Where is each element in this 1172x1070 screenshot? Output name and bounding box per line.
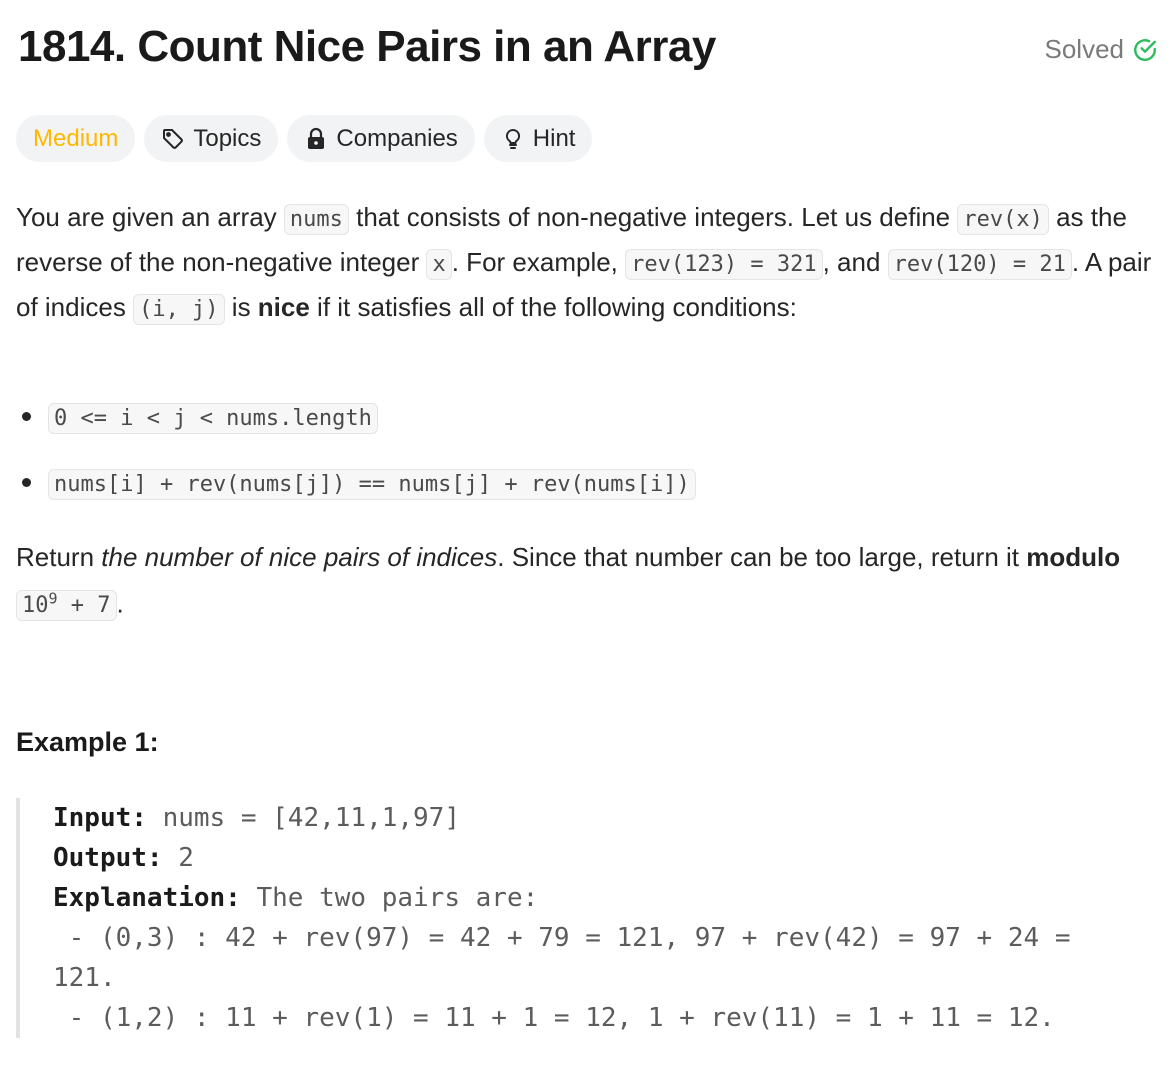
code-exponent: 9 [48,590,58,608]
problem-title: 1814. Count Nice Pairs in an Array [18,22,716,71]
explanation-line: - (0,3) : 42 + rev(97) = 42 + 79 = 121, … [53,923,1071,953]
desc-text: . For example, [451,247,626,277]
code-rest: + 7 [57,593,111,619]
italic-term: the number of nice pairs of indices [101,542,498,572]
bullet-dot [22,478,31,487]
topics-button[interactable]: Topics [144,115,279,162]
solved-status: Solved [1045,34,1159,65]
lightbulb-icon [501,127,525,151]
hint-button[interactable]: Hint [483,115,593,162]
input-label: Input: [53,803,147,833]
list-item: 0 <= i < j < nums.length [16,395,1156,461]
example-title: Example 1: [16,727,159,757]
list-item: nums[i] + rev(nums[j]) == nums[j] + rev(… [16,461,1156,527]
condition-code: 0 <= i < j < nums.length [48,403,378,434]
condition-code: nums[i] + rev(nums[j]) == nums[j] + rev(… [48,469,696,500]
code-base: 10 [22,593,49,619]
example-block: Input: nums = [42,11,1,97] Output: 2 Exp… [16,798,1156,1038]
topics-label: Topics [193,124,262,152]
companies-button[interactable]: Companies [287,115,475,162]
check-circle-icon [1132,37,1158,63]
bold-term: nice [257,292,310,322]
explanation-label: Explanation: [53,883,241,913]
companies-label: Companies [336,124,458,152]
inline-code: nums [283,204,349,235]
hint-label: Hint [532,124,576,152]
desc-text: that consists of non-negative integers. … [348,202,958,232]
explanation-line: - (1,2) : 11 + rev(1) = 11 + 1 = 12, 1 +… [53,1003,1055,1033]
problem-description: You are given an array nums that consist… [16,196,1161,331]
tag-icon [161,127,185,151]
difficulty-label: Medium [33,124,119,152]
problem-tags: Medium Topics Companies Hint [16,115,593,162]
conditions-list: 0 <= i < j < nums.length nums[i] + rev(n… [16,395,1156,527]
output-label: Output: [53,843,163,873]
output-value: 2 [162,843,194,873]
modulo-code: 109 + 7 [16,590,117,622]
desc-text: Return [16,542,102,572]
inline-code: x [426,249,452,280]
desc-text: , and [822,247,888,277]
solved-label: Solved [1044,34,1125,64]
inline-code: rev(120) = 21 [887,249,1072,280]
desc-text: is [224,292,258,322]
desc-text: if it satisfies all of the following con… [309,292,797,322]
desc-text: . [116,588,124,619]
explanation-value: The two pairs are: [240,883,539,913]
explanation-line: 121. [53,963,116,993]
inline-code: (i, j) [133,294,225,325]
lock-icon [304,127,328,151]
bullet-dot [22,412,31,421]
input-value: nums = [42,11,1,97] [146,803,460,833]
desc-text: . Since that number can be too large, re… [497,542,1027,572]
inline-code: rev(x) [957,204,1049,235]
inline-code: rev(123) = 321 [625,249,823,280]
difficulty-badge: Medium [16,115,136,162]
bold-term: modulo [1026,542,1121,572]
desc-text: You are given an array [16,202,284,232]
return-description: Return the number of nice pairs of indic… [16,536,1161,627]
